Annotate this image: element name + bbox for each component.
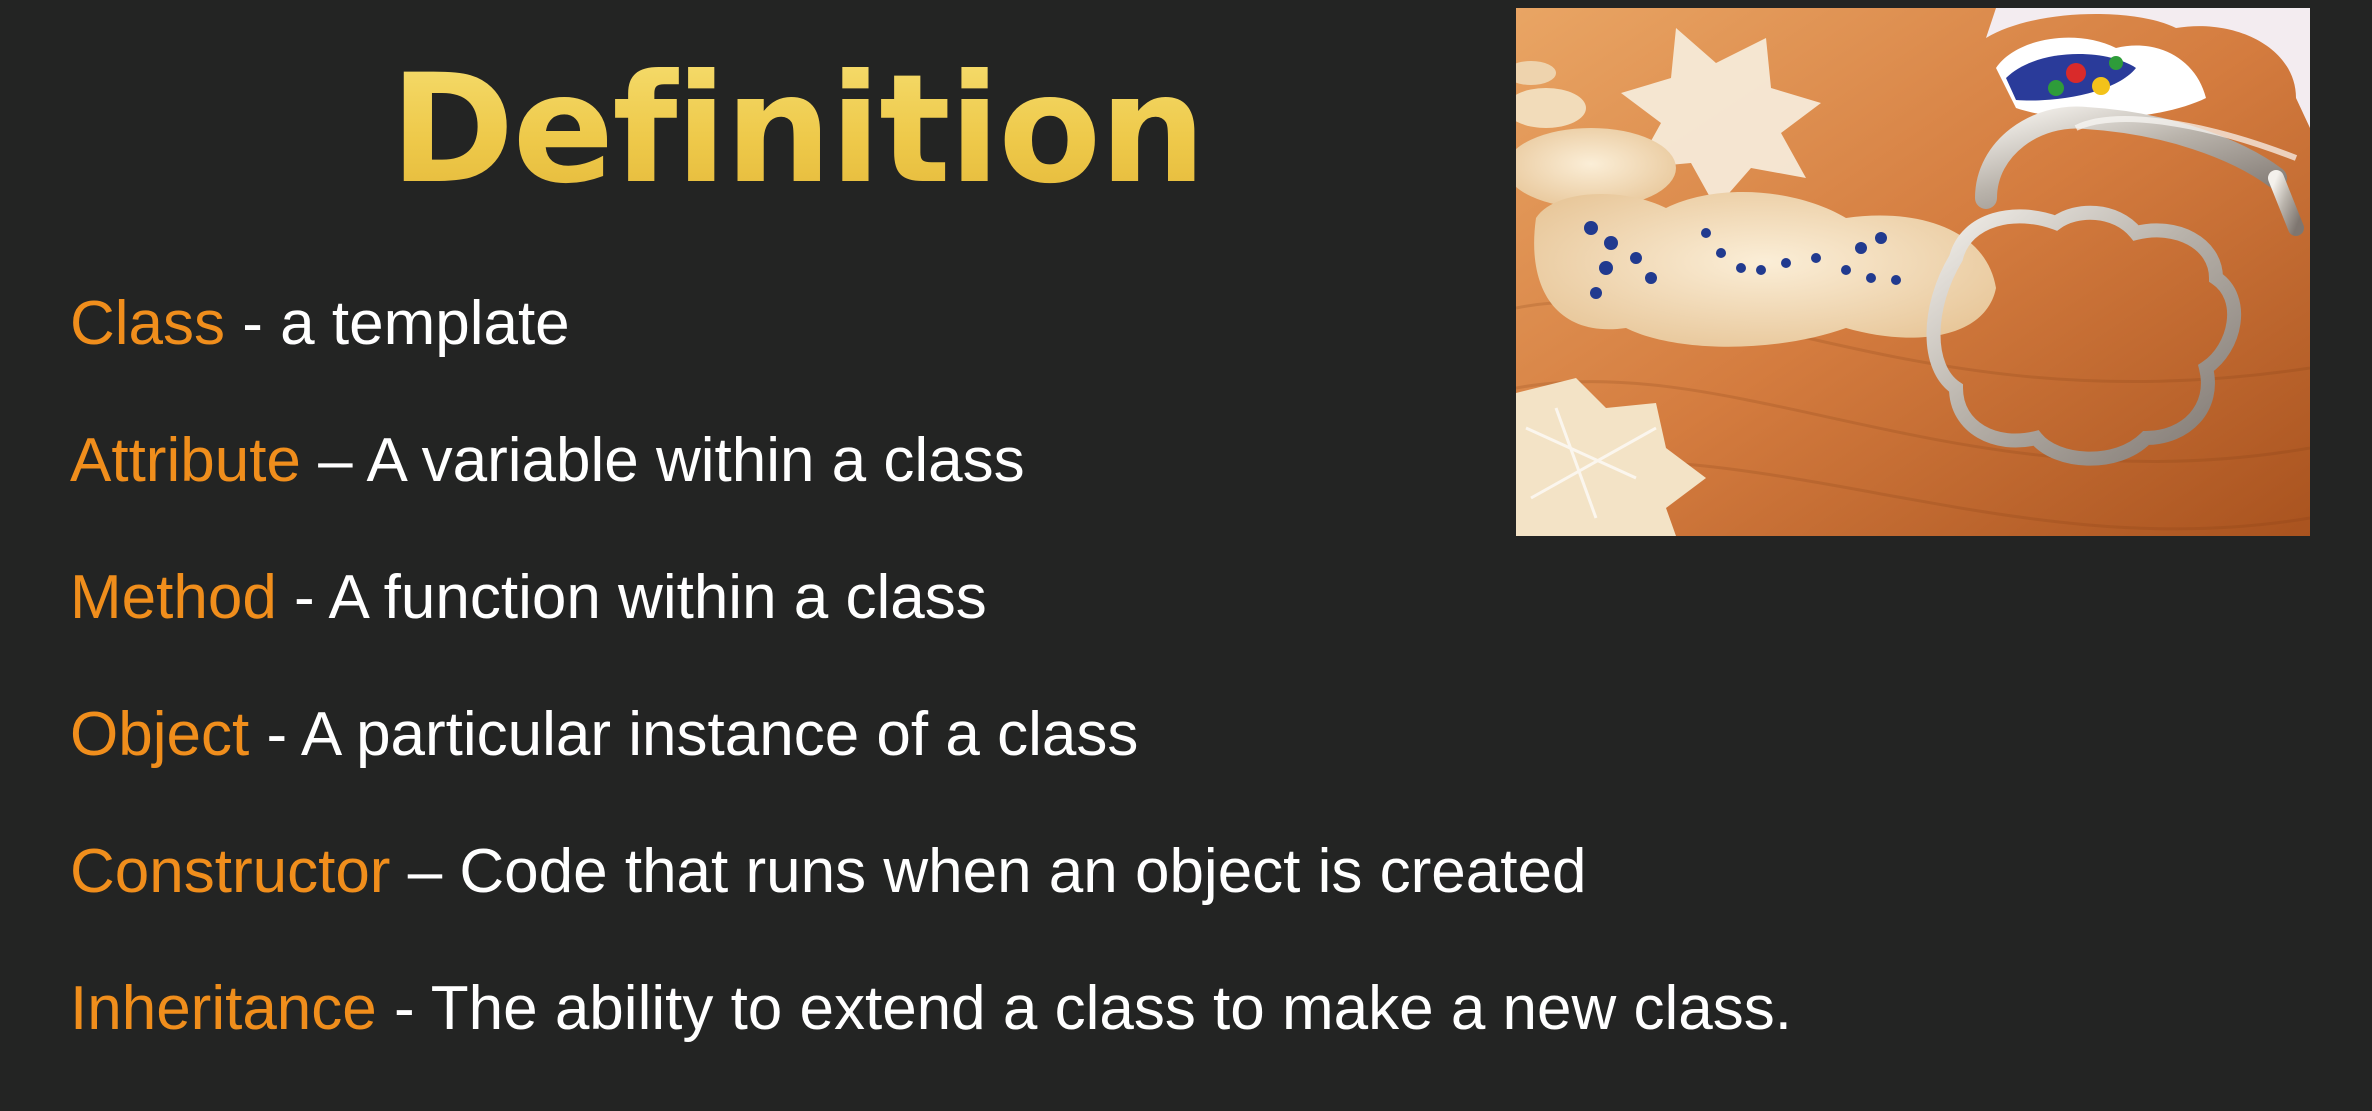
definition-separator: – — [407, 837, 443, 906]
definition-separator: - — [394, 974, 415, 1043]
slide: Definitions Class - a template Attribute… — [0, 0, 2372, 1111]
definition-term: Object — [70, 700, 250, 769]
definition-description: The ability to extend a class to make a … — [430, 974, 1792, 1043]
definition-separator: - — [242, 289, 263, 358]
definition-item: Method - A function within a class — [70, 550, 2070, 687]
slide-title: Definitions — [390, 40, 1293, 220]
definition-description: A function within a class — [328, 563, 987, 632]
definition-separator: - — [294, 563, 315, 632]
definition-separator: – — [318, 426, 353, 495]
definition-description: A variable within a class — [366, 426, 1025, 495]
definition-term: Attribute — [70, 426, 301, 495]
definition-term: Constructor — [70, 837, 391, 906]
definition-term: Class — [70, 289, 226, 358]
definition-item: Inheritance - The ability to extend a cl… — [70, 961, 2070, 1098]
cookie-cutter-photo — [1516, 8, 2310, 536]
definition-description: Code that runs when an object is created — [459, 837, 1587, 906]
cookie-photo-illustration — [1516, 8, 2310, 536]
definition-term: Method — [70, 563, 277, 632]
definition-term: Inheritance — [70, 974, 377, 1043]
definition-description: A particular instance of a class — [300, 700, 1139, 769]
definition-separator: - — [266, 700, 288, 769]
definition-item: Constructor – Code that runs when an obj… — [70, 824, 2070, 961]
definition-description: a template — [280, 289, 570, 358]
definition-item: Object - A particular instance of a clas… — [70, 687, 2070, 824]
